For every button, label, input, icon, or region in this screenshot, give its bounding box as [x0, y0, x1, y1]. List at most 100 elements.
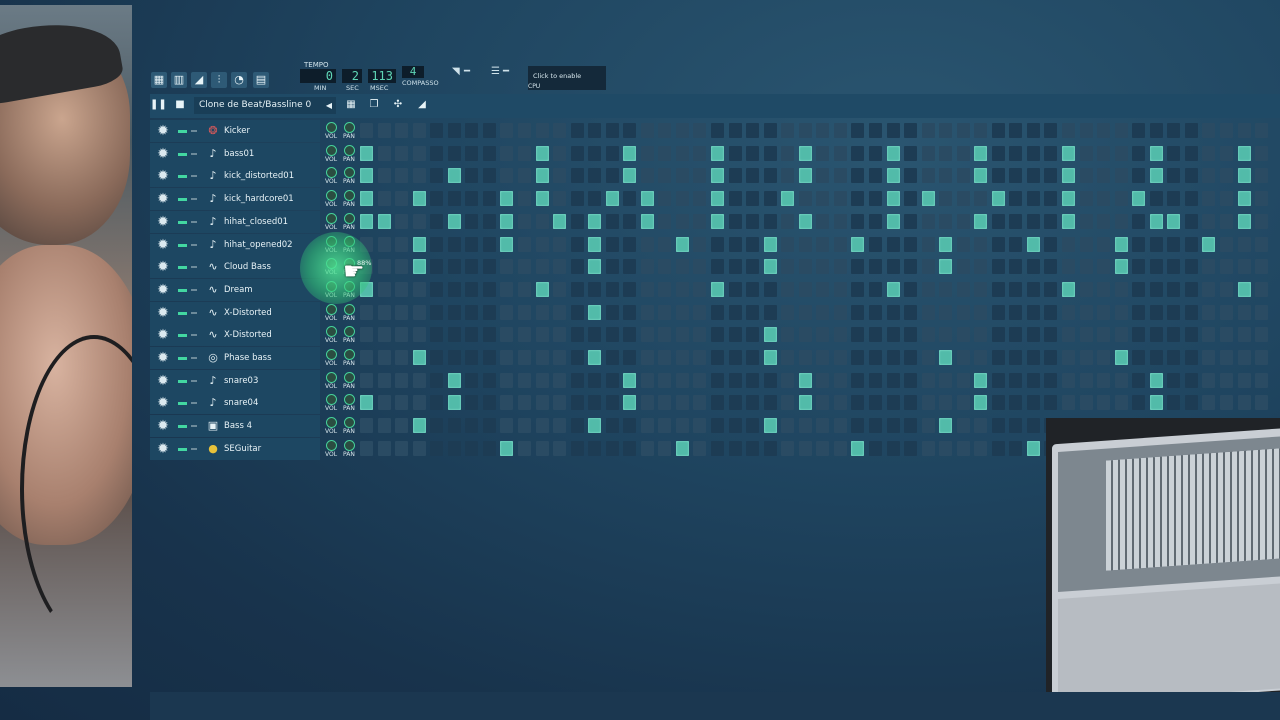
- step-button[interactable]: [939, 281, 953, 297]
- step-button[interactable]: [500, 304, 514, 320]
- step-button[interactable]: [868, 350, 882, 365]
- step-button[interactable]: [1079, 259, 1093, 275]
- step-button[interactable]: [816, 236, 830, 252]
- step-button[interactable]: [868, 395, 882, 411]
- step-button[interactable]: [781, 213, 795, 229]
- project-notes-icon[interactable]: ▤: [253, 72, 269, 88]
- step-button[interactable]: [746, 304, 760, 320]
- step-button[interactable]: [851, 213, 865, 229]
- step-button[interactable]: [640, 123, 654, 138]
- step-button[interactable]: [921, 418, 935, 434]
- step-button[interactable]: [1114, 123, 1128, 138]
- step-button[interactable]: [886, 236, 900, 252]
- solo-led[interactable]: [191, 425, 197, 428]
- step-button[interactable]: [868, 213, 882, 229]
- step-button[interactable]: [623, 123, 637, 138]
- step-button[interactable]: [1026, 281, 1040, 297]
- step-button[interactable]: [904, 236, 918, 252]
- step-button[interactable]: [816, 123, 830, 138]
- step-button[interactable]: [412, 440, 426, 456]
- step-button[interactable]: [1184, 372, 1198, 388]
- step-button[interactable]: [447, 395, 461, 411]
- step-button[interactable]: [412, 145, 426, 161]
- step-button[interactable]: [781, 372, 795, 388]
- step-button[interactable]: [517, 350, 531, 365]
- solo-led[interactable]: [191, 357, 197, 359]
- step-button[interactable]: [1132, 281, 1146, 297]
- step-button[interactable]: [693, 304, 707, 320]
- step-button[interactable]: [798, 304, 812, 320]
- step-button[interactable]: [816, 191, 830, 207]
- step-button[interactable]: [851, 304, 865, 320]
- step-button[interactable]: [535, 236, 549, 252]
- step-button[interactable]: [1009, 440, 1023, 456]
- step-button[interactable]: [1237, 395, 1251, 411]
- step-button[interactable]: [1062, 123, 1075, 138]
- step-button[interactable]: [640, 213, 654, 229]
- step-button[interactable]: [658, 168, 672, 184]
- channel-name-button[interactable]: Kicker: [224, 124, 250, 138]
- step-button[interactable]: [1062, 236, 1075, 252]
- step-button[interactable]: [1097, 372, 1111, 388]
- step-button[interactable]: [465, 327, 479, 343]
- step-button[interactable]: [1026, 372, 1040, 388]
- step-button[interactable]: [1202, 168, 1216, 184]
- step-button[interactable]: [570, 395, 584, 411]
- solo-led[interactable]: [191, 266, 197, 269]
- step-button[interactable]: [1167, 327, 1181, 343]
- vol-knob[interactable]: [326, 326, 337, 338]
- step-button[interactable]: [1044, 259, 1058, 275]
- step-button[interactable]: [430, 259, 444, 275]
- step-button[interactable]: [939, 418, 953, 434]
- step-button[interactable]: [1026, 123, 1040, 138]
- mute-led[interactable]: [178, 152, 187, 156]
- gear-icon[interactable]: ✹: [155, 282, 171, 298]
- step-button[interactable]: [974, 213, 988, 229]
- step-button[interactable]: [1009, 395, 1023, 411]
- step-button[interactable]: [377, 123, 391, 138]
- mute-led[interactable]: [178, 402, 187, 406]
- step-button[interactable]: [535, 327, 549, 343]
- step-button[interactable]: [1132, 304, 1146, 320]
- step-button[interactable]: [921, 123, 935, 138]
- step-button[interactable]: [675, 440, 689, 456]
- step-button[interactable]: [886, 281, 900, 297]
- mute-led[interactable]: [178, 130, 187, 133]
- step-button[interactable]: [377, 236, 391, 252]
- step-button[interactable]: [482, 213, 496, 229]
- step-button[interactable]: [904, 191, 918, 207]
- step-button[interactable]: [763, 327, 777, 343]
- step-button[interactable]: [640, 259, 654, 275]
- step-button[interactable]: [693, 281, 707, 297]
- step-button[interactable]: [482, 418, 496, 434]
- add-beat-bassline-icon[interactable]: ▦: [344, 98, 358, 112]
- step-button[interactable]: [675, 259, 689, 275]
- step-button[interactable]: [623, 259, 637, 275]
- step-button[interactable]: [360, 440, 373, 456]
- step-button[interactable]: [640, 395, 654, 411]
- channel-name-button[interactable]: hihat_opened02: [224, 238, 293, 252]
- step-button[interactable]: [517, 418, 531, 434]
- step-button[interactable]: [1079, 236, 1093, 252]
- step-button[interactable]: [974, 440, 988, 456]
- step-button[interactable]: [1062, 191, 1075, 207]
- gear-icon[interactable]: ✹: [155, 214, 171, 230]
- step-button[interactable]: [833, 123, 847, 138]
- step-button[interactable]: [746, 327, 760, 343]
- step-button[interactable]: [868, 440, 882, 456]
- step-button[interactable]: [974, 123, 988, 138]
- step-button[interactable]: [816, 372, 830, 388]
- step-button[interactable]: [465, 191, 479, 207]
- step-button[interactable]: [360, 372, 373, 388]
- step-button[interactable]: [991, 259, 1005, 275]
- step-button[interactable]: [956, 281, 970, 297]
- step-button[interactable]: [763, 213, 777, 229]
- step-button[interactable]: [570, 123, 584, 138]
- step-button[interactable]: [833, 395, 847, 411]
- step-button[interactable]: [956, 236, 970, 252]
- step-button[interactable]: [851, 145, 865, 161]
- step-button[interactable]: [517, 440, 531, 456]
- step-button[interactable]: [395, 168, 409, 184]
- step-button[interactable]: [1219, 327, 1233, 343]
- step-button[interactable]: [360, 168, 373, 184]
